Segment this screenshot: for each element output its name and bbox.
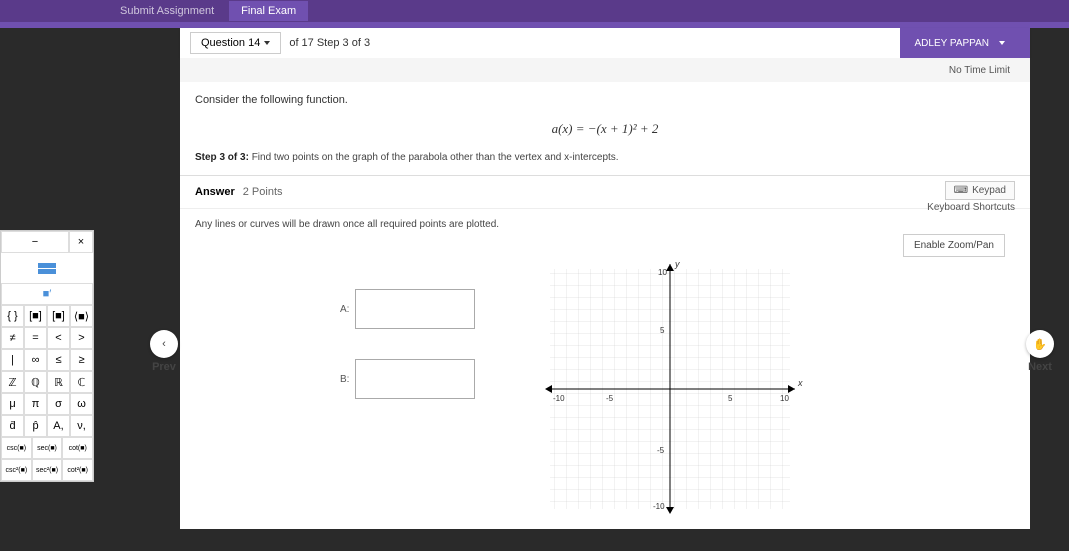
header-row: Question 14 of 17 Step 3 of 3 ADLEY PAPP… [180, 28, 1030, 58]
palette-cell[interactable]: σ [47, 393, 70, 415]
prompt-intro: Consider the following function. [195, 94, 1015, 106]
palette-prime[interactable]: ■′ [1, 283, 93, 305]
svg-text:5: 5 [660, 326, 665, 335]
assignment-prefix: Submit Assignment [120, 5, 214, 17]
step-description: Step 3 of 3: Find two points on the grap… [195, 152, 1015, 163]
palette-cell[interactable]: ℤ [1, 371, 24, 393]
plot-hint: Any lines or curves will be drawn once a… [195, 219, 1015, 230]
keyboard-icon: ⌨ [954, 185, 968, 196]
prev-button[interactable]: ‹ Prev [150, 330, 178, 373]
palette-cell[interactable]: sec²(■) [32, 459, 63, 481]
question-label: Question 14 [201, 37, 260, 49]
user-menu[interactable]: ADLEY PAPPAN [900, 28, 1030, 58]
palette-cell[interactable]: > [70, 327, 93, 349]
palette-minus[interactable]: − [1, 231, 69, 253]
chevron-down-icon [264, 41, 270, 45]
palette-cell[interactable]: < [47, 327, 70, 349]
svg-text:5: 5 [728, 394, 733, 403]
palette-cell[interactable]: A, [47, 415, 70, 437]
svg-text:-5: -5 [606, 394, 614, 403]
question-selector[interactable]: Question 14 [190, 32, 281, 54]
palette-cell[interactable]: ≠ [1, 327, 24, 349]
palette-cell[interactable]: csc(■) [1, 437, 32, 459]
svg-text:10: 10 [658, 268, 667, 277]
svg-text:10: 10 [780, 394, 789, 403]
palette-cell[interactable]: π [24, 393, 47, 415]
palette-cell[interactable]: cot²(■) [62, 459, 93, 481]
point-b-row: B: [340, 359, 475, 399]
palette-cell[interactable]: d̄ [1, 415, 24, 437]
svg-text:x: x [797, 378, 803, 388]
time-limit-row: No Time Limit [180, 58, 1030, 82]
step-instructions: Find two points on the graph of the para… [252, 152, 619, 163]
answer-header: Answer 2 Points ⌨ Keypad Keyboard Shortc… [180, 176, 1030, 209]
point-a-label: A: [340, 304, 349, 315]
prompt-section: Consider the following function. a(x) = … [180, 82, 1030, 176]
palette-cell[interactable]: = [24, 327, 47, 349]
palette-cell[interactable]: ∞ [24, 349, 47, 371]
palette-cell[interactable]: ⟨■⟩ [70, 305, 93, 327]
math-palette: − × ■′ { }[■][■]⟨■⟩≠=<>|∞≤≥ℤℚℝℂμπσωd̄p̂A… [0, 230, 94, 482]
point-a-row: A: [340, 289, 475, 329]
palette-fraction[interactable] [1, 253, 93, 283]
palette-close[interactable]: × [69, 231, 93, 253]
palette-cell[interactable]: { } [1, 305, 24, 327]
keypad-button[interactable]: ⌨ Keypad [945, 181, 1015, 200]
exam-title: Final Exam [229, 1, 308, 21]
hand-icon: ✋ [1026, 330, 1054, 358]
point-inputs: A: B: [340, 289, 475, 429]
palette-cell[interactable]: ≤ [47, 349, 70, 371]
prev-label: Prev [152, 361, 176, 373]
palette-cell[interactable]: ω [70, 393, 93, 415]
palette-cell[interactable]: [■] [47, 305, 70, 327]
chevron-down-icon [999, 41, 1005, 45]
point-b-input[interactable] [355, 359, 475, 399]
step-bold: Step 3 of 3: [195, 152, 249, 163]
work-area: Any lines or curves will be drawn once a… [180, 209, 1030, 529]
palette-cell[interactable]: μ [1, 393, 24, 415]
palette-cell[interactable]: sec(■) [32, 437, 63, 459]
zoom-pan-button[interactable]: Enable Zoom/Pan [903, 234, 1005, 257]
palette-cell[interactable]: ℝ [47, 371, 70, 393]
svg-text:-10: -10 [653, 502, 665, 511]
graph-canvas[interactable]: x y -10 -5 5 10 10 5 -5 -10 [530, 249, 810, 529]
chevron-left-icon: ‹ [150, 330, 178, 358]
main-area: Consider the following function. a(x) = … [180, 82, 1030, 529]
svg-text:-5: -5 [657, 446, 665, 455]
time-limit-label: No Time Limit [949, 65, 1010, 76]
point-a-input[interactable] [355, 289, 475, 329]
answer-label: Answer [195, 186, 235, 198]
next-button[interactable]: ✋ Next [1026, 330, 1054, 373]
keypad-label: Keypad [972, 185, 1006, 196]
palette-cell[interactable]: ν, [70, 415, 93, 437]
palette-cell[interactable]: | [1, 349, 24, 371]
points-label: 2 Points [243, 186, 283, 198]
palette-cell[interactable]: ℚ [24, 371, 47, 393]
point-b-label: B: [340, 374, 349, 385]
top-bar: Submit Assignment Final Exam [0, 0, 1069, 22]
palette-cell[interactable]: ℂ [70, 371, 93, 393]
next-label: Next [1028, 361, 1052, 373]
palette-cell[interactable]: p̂ [24, 415, 47, 437]
palette-cell[interactable]: cot(■) [62, 437, 93, 459]
step-counter: of 17 Step 3 of 3 [289, 37, 370, 49]
svg-text:-10: -10 [553, 394, 565, 403]
svg-text:y: y [674, 259, 680, 269]
palette-cell[interactable]: csc²(■) [1, 459, 32, 481]
user-name-label: ADLEY PAPPAN [915, 38, 989, 49]
formula: a(x) = −(x + 1)² + 2 [195, 121, 1015, 137]
palette-cell[interactable]: [■] [24, 305, 47, 327]
palette-cell[interactable]: ≥ [70, 349, 93, 371]
